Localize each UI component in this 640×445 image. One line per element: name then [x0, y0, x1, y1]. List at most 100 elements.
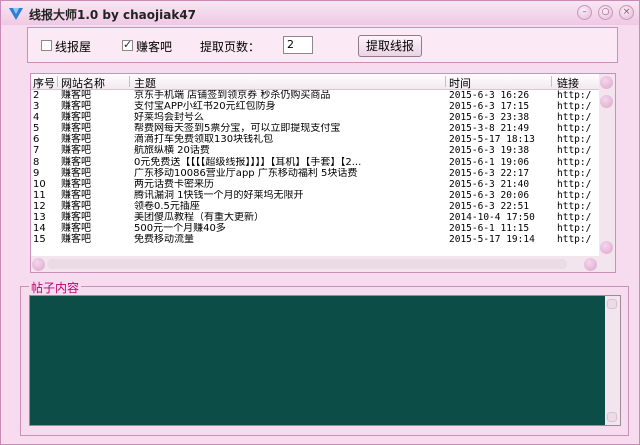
table-row[interactable]: 13 赚客吧 美团傻瓜教程（有重大更新） 2014-10-4 17:50 http:/ — [31, 212, 599, 223]
row-time: 2015-6-3 16:26 — [449, 90, 530, 101]
row-topic: 好莱坞会封号么 — [134, 112, 204, 124]
post-content-group: 帖子内容 — [20, 279, 629, 436]
table-row[interactable]: 2 赚客吧 京东手机端 店铺签到领京券 秒杀仍购买商品 2015-6-3 16:26 h… — [31, 90, 599, 101]
list-header: 序号 网站名称 主题 时间 链接 — [31, 74, 599, 90]
content-scroll-up-button[interactable] — [607, 299, 617, 309]
horizontal-scroll-thumb[interactable] — [47, 259, 567, 269]
table-row[interactable]: 11 赚客吧 腾讯漏洞 1快钱一个月的好莱坞无限开 2015-6-3 20:06 htt… — [31, 190, 599, 201]
row-number: 7 — [33, 145, 40, 157]
vertical-scrollbar[interactable] — [599, 74, 615, 257]
row-link: http:/ — [557, 212, 592, 224]
row-time: 2015-6-3 21:40 — [449, 178, 530, 190]
scroll-right-button[interactable] — [584, 258, 597, 271]
table-row[interactable]: 12 赚客吧 领卷0.5元插座 2015-6-3 22:51 http:/ — [31, 201, 599, 212]
scroll-thumb[interactable] — [600, 95, 613, 108]
row-time: 2015-6-3 20:06 — [449, 189, 530, 201]
row-link: http:/ — [557, 145, 592, 157]
column-header-link[interactable]: 链接 — [557, 75, 579, 91]
checkbox-xianbaowu-label: 线报屋 — [55, 40, 92, 54]
row-topic: 两元话费卡密来历 — [134, 178, 214, 190]
scroll-left-button[interactable] — [32, 258, 45, 271]
app-logo-icon — [8, 5, 24, 21]
row-number: 2 — [33, 90, 40, 101]
pages-label: 提取页数： — [200, 40, 261, 54]
scroll-down-button[interactable] — [600, 241, 613, 254]
row-link: http:/ — [557, 101, 592, 113]
table-row[interactable]: 10 赚客吧 两元话费卡密来历 2015-6-3 21:40 http:/ — [31, 179, 599, 190]
list-rows: 2 赚客吧 京东手机端 店铺签到领京券 秒杀仍购买商品 2015-6-3 16:26 h… — [31, 90, 599, 257]
column-header-no[interactable]: 序号 — [33, 75, 55, 91]
table-row[interactable]: 6 赚客吧 滴滴打车免费领取130块钱礼包 2015-5-17 18:13 http:/ — [31, 134, 599, 145]
row-time: 2015-3-8 21:49 — [449, 123, 530, 135]
close-button[interactable]: × — [619, 5, 634, 20]
row-site: 赚客吧 — [61, 200, 91, 212]
row-number: 5 — [33, 123, 40, 135]
checkbox-zhuankeba[interactable] — [122, 38, 133, 51]
table-row[interactable]: 3 赚客吧 支付宝APP小红书20元红包防身 2015-6-3 17:15 http:/ — [31, 101, 599, 112]
row-site: 赚客吧 — [61, 156, 91, 168]
row-topic: 领卷0.5元插座 — [134, 200, 200, 212]
checkbox-zhuankeba-label: 赚客吧 — [136, 40, 173, 54]
row-topic: 免费移动流量 — [134, 234, 194, 246]
table-row[interactable]: 8 赚客吧 0元免费送【【【【超级线报】】】】【耳机】【手套】【2... 2015-6… — [31, 157, 599, 168]
column-header-topic[interactable]: 主题 — [134, 75, 156, 91]
row-site: 赚客吧 — [61, 212, 91, 224]
row-number: 13 — [33, 212, 46, 224]
table-row[interactable]: 14 赚客吧 500元一个月赚40多 2015-6-1 11:15 http:/ — [31, 223, 599, 234]
content-scroll-down-button[interactable] — [607, 412, 617, 422]
row-link: http:/ — [557, 189, 592, 201]
row-topic: 支付宝APP小红书20元红包防身 — [134, 101, 276, 113]
row-site: 赚客吧 — [61, 223, 91, 235]
row-number: 12 — [33, 200, 46, 212]
row-link: http:/ — [557, 223, 592, 235]
pages-input[interactable]: 2 — [283, 36, 313, 54]
column-divider[interactable] — [57, 76, 58, 87]
row-time: 2015-6-3 17:15 — [449, 101, 530, 113]
row-number: 11 — [33, 189, 46, 201]
post-content-area[interactable] — [29, 295, 621, 426]
minimize-button[interactable]: – — [577, 5, 592, 20]
row-site: 赚客吧 — [61, 167, 91, 179]
row-link: http:/ — [557, 178, 592, 190]
scroll-up-button[interactable] — [600, 76, 613, 89]
table-row[interactable]: 9 赚客吧 广东移动10086营业厅app 广东移动福利 5块话费 2015-6-3 … — [31, 168, 599, 179]
column-header-site[interactable]: 网站名称 — [61, 75, 105, 91]
row-time: 2015-6-3 22:17 — [449, 167, 530, 179]
window-title: 线报大师1.0 by chaojiak47 — [29, 8, 197, 22]
column-divider[interactable] — [129, 76, 130, 87]
toolbar: 线报屋 赚客吧 提取页数： 2 提取线报 — [27, 27, 618, 63]
content-scrollbar[interactable] — [605, 296, 620, 425]
column-divider[interactable] — [551, 76, 552, 87]
table-row[interactable]: 4 赚客吧 好莱坞会封号么 2015-6-3 23:38 http:/ — [31, 112, 599, 123]
row-link: http:/ — [557, 167, 592, 179]
row-number: 10 — [33, 178, 46, 190]
table-row[interactable]: 5 赚客吧 帮费网每天签到5票分宝，可以立即提现支付宝 2015-3-8 21:49 h… — [31, 123, 599, 134]
fetch-button[interactable]: 提取线报 — [358, 35, 422, 57]
checkbox-xianbaowu[interactable] — [41, 40, 52, 51]
row-topic: 广东移动10086营业厅app 广东移动福利 5块话费 — [134, 167, 358, 179]
row-number: 14 — [33, 223, 46, 235]
row-site: 赚客吧 — [61, 145, 91, 157]
row-site: 赚客吧 — [61, 134, 91, 146]
row-link: http:/ — [557, 112, 592, 124]
table-row[interactable]: 7 赚客吧 航旅纵横 20话费 2015-6-3 19:38 http:/ — [31, 145, 599, 156]
post-list: 序号 网站名称 主题 时间 链接 2 赚客吧 京东手机端 店铺签到领京券 秒杀仍购买… — [30, 73, 616, 273]
table-row[interactable]: 15 赚客吧 免费移动流量 2015-5-17 19:14 http:/ — [31, 234, 599, 245]
row-site: 赚客吧 — [61, 178, 91, 190]
row-time: 2015-6-1 11:15 — [449, 223, 530, 235]
row-link: http:/ — [557, 134, 592, 146]
row-topic: 帮费网每天签到5票分宝，可以立即提现支付宝 — [134, 123, 341, 135]
column-divider[interactable] — [445, 76, 446, 87]
row-number: 9 — [33, 167, 40, 179]
row-number: 6 — [33, 134, 40, 146]
row-time: 2015-5-17 18:13 — [449, 134, 535, 146]
horizontal-scrollbar[interactable] — [31, 256, 615, 272]
row-time: 2014-10-4 17:50 — [449, 212, 535, 224]
row-time: 2015-6-3 22:51 — [449, 200, 530, 212]
row-site: 赚客吧 — [61, 90, 91, 101]
column-header-time[interactable]: 时间 — [449, 75, 471, 91]
row-topic: 航旅纵横 20话费 — [134, 145, 210, 157]
row-link: http:/ — [557, 234, 592, 246]
row-link: http:/ — [557, 200, 592, 212]
maximize-button[interactable]: ○ — [598, 5, 613, 20]
